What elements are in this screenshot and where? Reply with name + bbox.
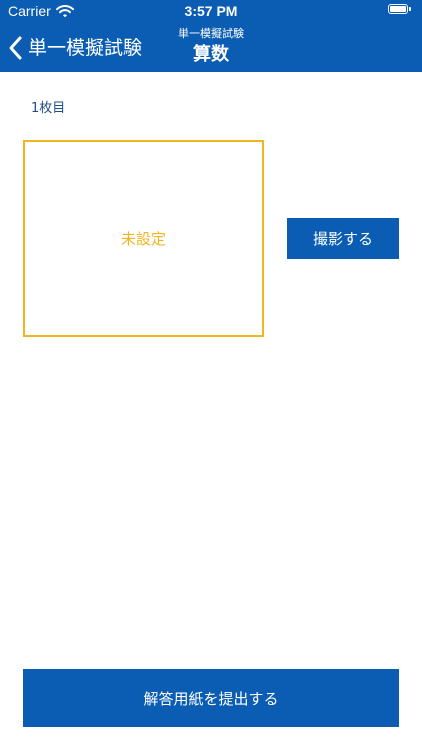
sheet-number-label: 1枚目	[31, 101, 66, 116]
capture-button[interactable]: 撮影する	[287, 218, 399, 259]
back-button-label: 単一模擬試験	[28, 37, 143, 59]
answer-sheet-preview: 未設定	[23, 140, 264, 337]
battery-icon	[388, 4, 412, 16]
status-bar: Carrier 3:57 PM	[0, 0, 422, 22]
nav-subtitle: 単一模擬試験	[178, 27, 244, 40]
submit-answer-sheet-button[interactable]: 解答用紙を提出する	[23, 669, 399, 727]
chevron-left-icon	[9, 36, 22, 60]
navigation-bar: Carrier 3:57 PM 単一模擬試験 単一模擬試験 算数	[0, 0, 422, 72]
back-button[interactable]: 単一模擬試験	[8, 32, 142, 64]
preview-status-text: 未設定	[120, 230, 166, 248]
page-title: 算数	[193, 44, 229, 65]
status-time: 3:57 PM	[184, 3, 238, 19]
